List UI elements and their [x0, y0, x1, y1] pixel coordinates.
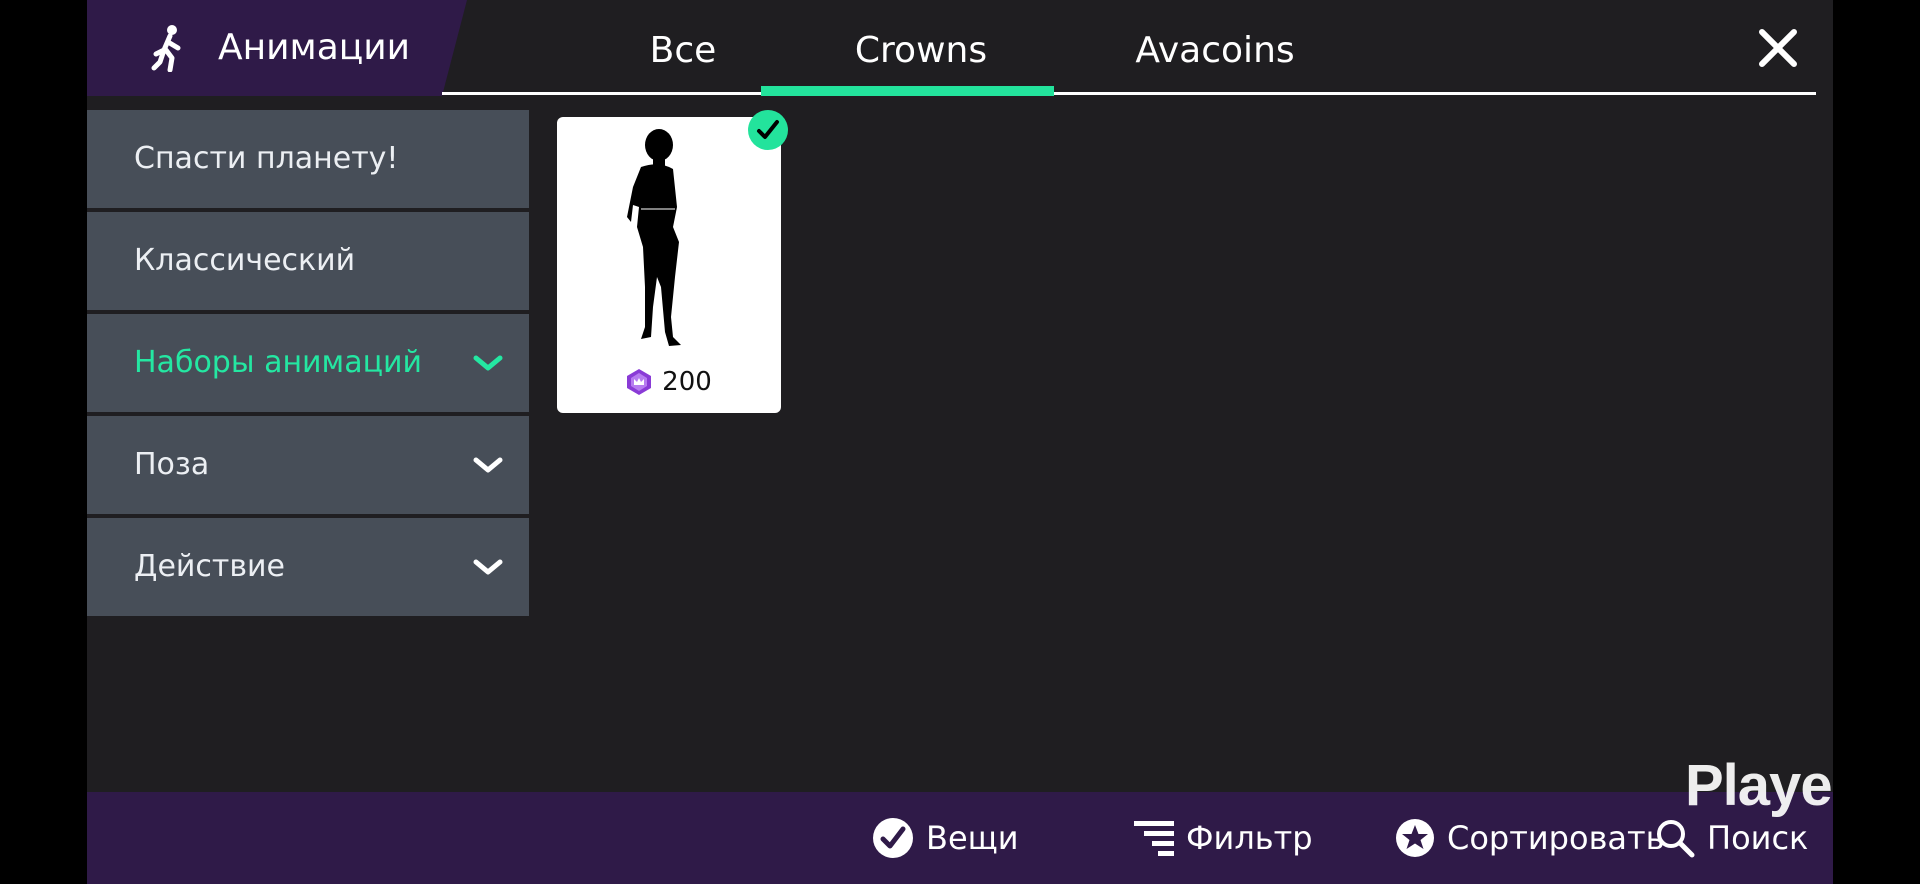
- search-label: Поиск: [1707, 819, 1809, 857]
- tab-crowns[interactable]: Crowns: [761, 20, 1081, 80]
- sidebar-item-action[interactable]: Действие: [87, 518, 529, 616]
- sidebar-item-classic[interactable]: Классический: [87, 212, 529, 310]
- filter-label: Фильтр: [1186, 819, 1313, 857]
- crown-icon: [627, 369, 652, 395]
- animation-item-card[interactable]: 200: [557, 117, 781, 413]
- section-title: Анимации: [218, 27, 411, 68]
- filter-icon: [1134, 821, 1174, 856]
- close-icon: [1759, 29, 1797, 67]
- sort-star-icon: [1396, 819, 1434, 857]
- sidebar-item-label: Наборы анимаций: [134, 345, 422, 380]
- chevron-down-icon: [473, 457, 503, 473]
- items-label: Вещи: [926, 819, 1019, 857]
- sidebar-item-pose[interactable]: Поза: [87, 416, 529, 514]
- item-price: 200: [557, 362, 781, 402]
- sort-label: Сортировать: [1447, 819, 1665, 857]
- sidebar-item-save-planet[interactable]: Спасти планету!: [87, 110, 529, 208]
- chevron-down-icon: [473, 559, 503, 575]
- walking-person-icon: [151, 25, 181, 72]
- sidebar-item-label: Поза: [134, 447, 210, 482]
- sidebar-item-animation-sets[interactable]: Наборы анимаций: [87, 314, 529, 412]
- watermark-logo: Playerok: [1685, 753, 1833, 818]
- sidebar-item-label: Спасти планету!: [134, 141, 399, 176]
- section-header: Анимации: [87, 0, 467, 96]
- tabs-divider: [442, 92, 1816, 95]
- animations-panel: Анимации Все Crowns Avacoins Спасти план…: [87, 0, 1833, 884]
- animation-preview-silhouette: [627, 129, 681, 346]
- sidebar-item-label: Классический: [134, 243, 356, 278]
- item-price-value: 200: [662, 367, 712, 397]
- chevron-down-icon: [473, 355, 503, 371]
- close-button[interactable]: [1747, 20, 1809, 76]
- sidebar-item-label: Действие: [134, 549, 285, 584]
- check-circle-icon: [873, 818, 913, 858]
- tab-avacoins[interactable]: Avacoins: [1055, 20, 1375, 80]
- checkmark-icon: [757, 120, 779, 139]
- active-tab-indicator: [761, 86, 1054, 96]
- search-icon: [1657, 820, 1695, 858]
- filter-button[interactable]: Фильтр: [1134, 792, 1313, 884]
- items-button[interactable]: Вещи: [872, 792, 1019, 884]
- bottom-toolbar: Вещи Фильтр Сортировать Поиск: [87, 792, 1833, 884]
- sort-button[interactable]: Сортировать: [1395, 792, 1665, 884]
- owned-check-badge: [748, 110, 788, 150]
